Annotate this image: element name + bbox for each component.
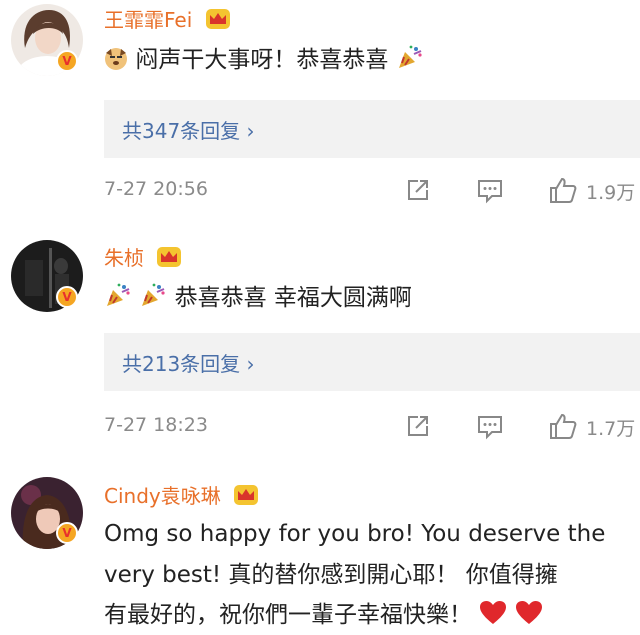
timestamp: 7-27 18:23: [104, 414, 208, 436]
verified-badge-icon: V: [56, 50, 78, 72]
comment-icon[interactable]: [476, 412, 504, 440]
comment-text-content: 闷声干大事呀！恭喜恭喜: [135, 47, 389, 73]
comment-text: 闷声干大事呀！恭喜恭喜: [104, 42, 636, 78]
author-name[interactable]: 王霏霏Fei: [104, 4, 231, 33]
crown-icon: [157, 247, 182, 267]
comment-text: 恭喜恭喜 幸福大圆满啊: [104, 280, 636, 316]
heart-icon: [515, 601, 542, 624]
reply-count-link[interactable]: 共347条回复 ›: [122, 115, 255, 144]
party-popper-icon: [398, 45, 422, 68]
comment-text-line-3: 有最好的，祝你們一輩子幸福快樂！: [104, 597, 636, 633]
comment-text-line-1: Omg so happy for you bro! You deserve th…: [104, 516, 636, 552]
like-icon[interactable]: [548, 412, 578, 440]
comment-text-content: 有最好的，祝你們一輩子幸福快樂！: [104, 602, 472, 628]
party-popper-icon: [107, 283, 130, 306]
comment-text-content: very best! 真的替你感到開心耶！ 你值得擁: [104, 562, 558, 588]
reply-box[interactable]: 共347条回复 ›: [104, 100, 640, 158]
author-name[interactable]: Cindy袁咏琳: [104, 480, 259, 509]
like-count: 1.7万: [586, 418, 636, 440]
dog-emoji-icon: [105, 48, 127, 70]
crown-icon: [205, 9, 230, 29]
comment-icon[interactable]: [476, 176, 504, 204]
author-name-text[interactable]: Cindy袁咏琳: [104, 484, 221, 508]
comment-meta: 7-27 18:23 1.7万: [104, 412, 640, 442]
crown-icon: [234, 485, 259, 505]
comment-text-content: 恭喜恭喜 幸福大圆满啊: [174, 285, 412, 311]
party-popper-icon: [142, 283, 165, 306]
comment-meta: 7-27 20:56 1.9万: [104, 176, 640, 206]
comment-text-content: Omg so happy for you bro! You deserve th…: [104, 521, 606, 547]
timestamp: 7-27 20:56: [104, 178, 208, 200]
author-name-text[interactable]: 王霏霏Fei: [104, 8, 192, 32]
reply-count-link[interactable]: 共213条回复 ›: [122, 348, 255, 377]
share-icon[interactable]: [404, 176, 432, 204]
like-count: 1.9万: [586, 182, 636, 204]
share-icon[interactable]: [404, 412, 432, 440]
author-name-text[interactable]: 朱桢: [104, 246, 144, 270]
heart-icon: [480, 601, 507, 624]
reply-box[interactable]: 共213条回复 ›: [104, 333, 640, 391]
comment-text-line-2: very best! 真的替你感到開心耶！ 你值得擁: [104, 557, 636, 593]
verified-badge-icon: V: [56, 522, 78, 544]
author-name[interactable]: 朱桢: [104, 242, 182, 271]
like-icon[interactable]: [548, 176, 578, 204]
verified-badge-icon: V: [56, 286, 78, 308]
